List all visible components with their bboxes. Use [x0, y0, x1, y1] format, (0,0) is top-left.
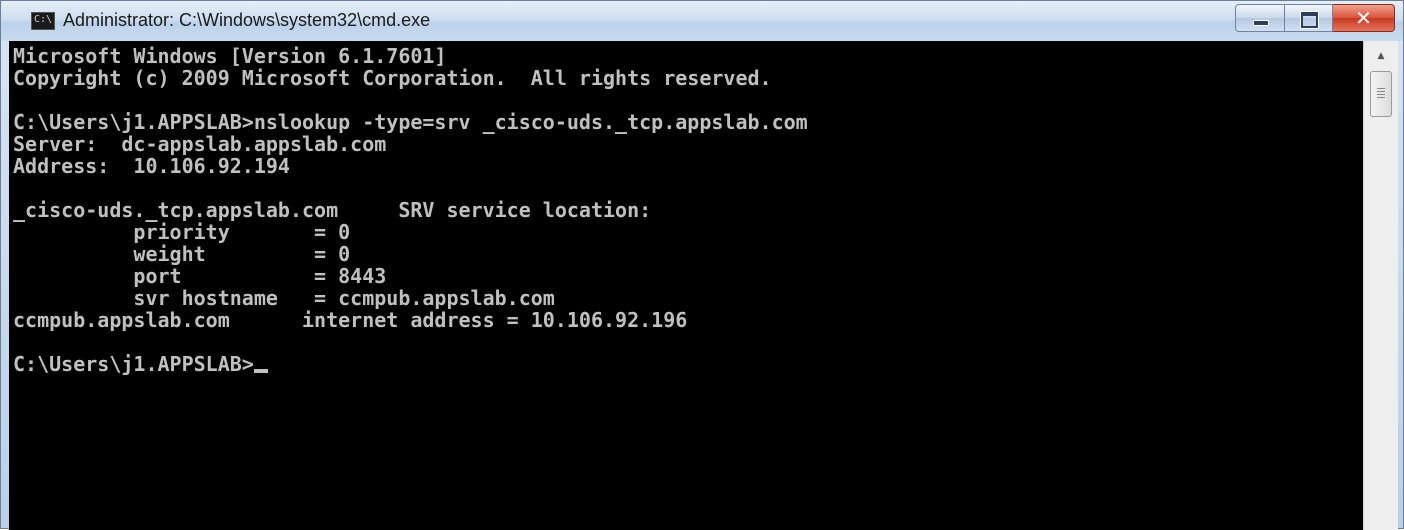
console-lines: Microsoft Windows [Version 6.1.7601] Cop… — [13, 44, 808, 332]
console-line: Microsoft Windows [Version 6.1.7601] — [13, 44, 447, 68]
console-prompt: C:\Users\j1.APPSLAB> — [13, 352, 254, 376]
console-line: priority = 0 — [133, 220, 351, 244]
console-text: Microsoft Windows [Version 6.1.7601] Cop… — [9, 41, 1363, 375]
console-line: Address: 10.106.92.194 — [13, 154, 290, 178]
cmd-window: C:\ Administrator: C:\Windows\system32\c… — [0, 0, 1404, 530]
console-line: port = 8443 — [133, 264, 387, 288]
scroll-up-arrow-icon[interactable]: ▲ — [1364, 41, 1398, 71]
console-line: weight = 0 — [133, 242, 351, 266]
close-icon: ✕ — [1355, 6, 1372, 30]
maximize-icon — [1300, 11, 1319, 29]
scrollbar-thumb[interactable] — [1370, 71, 1392, 117]
close-button[interactable]: ✕ — [1333, 4, 1395, 32]
console-output[interactable]: Microsoft Windows [Version 6.1.7601] Cop… — [9, 41, 1363, 530]
caption-buttons: ✕ — [1235, 4, 1395, 32]
minimize-button[interactable] — [1235, 4, 1285, 32]
title-bar[interactable]: C:\ Administrator: C:\Windows\system32\c… — [1, 1, 1403, 41]
text-cursor — [253, 369, 268, 373]
console-line: ccmpub.appslab.com internet address = 10… — [13, 308, 688, 332]
cmd-icon[interactable]: C:\ — [31, 12, 55, 30]
minimize-icon — [1253, 20, 1269, 26]
console-line: Server: dc-appslab.appslab.com — [13, 132, 387, 156]
window-title: Administrator: C:\Windows\system32\cmd.e… — [63, 10, 431, 30]
console-line: C:\Users\j1.APPSLAB>nslookup -type=srv _… — [13, 110, 808, 134]
maximize-button[interactable] — [1285, 4, 1333, 32]
console-line: svr hostname = ccmpub.appslab.com — [133, 286, 555, 310]
console-line: Copyright (c) 2009 Microsoft Corporation… — [13, 66, 772, 90]
vertical-scrollbar[interactable]: ▲ — [1363, 41, 1398, 530]
cmd-icon-text: C:\ — [34, 14, 53, 25]
console-line: _cisco-uds._tcp.appslab.com SRV service … — [13, 198, 652, 222]
